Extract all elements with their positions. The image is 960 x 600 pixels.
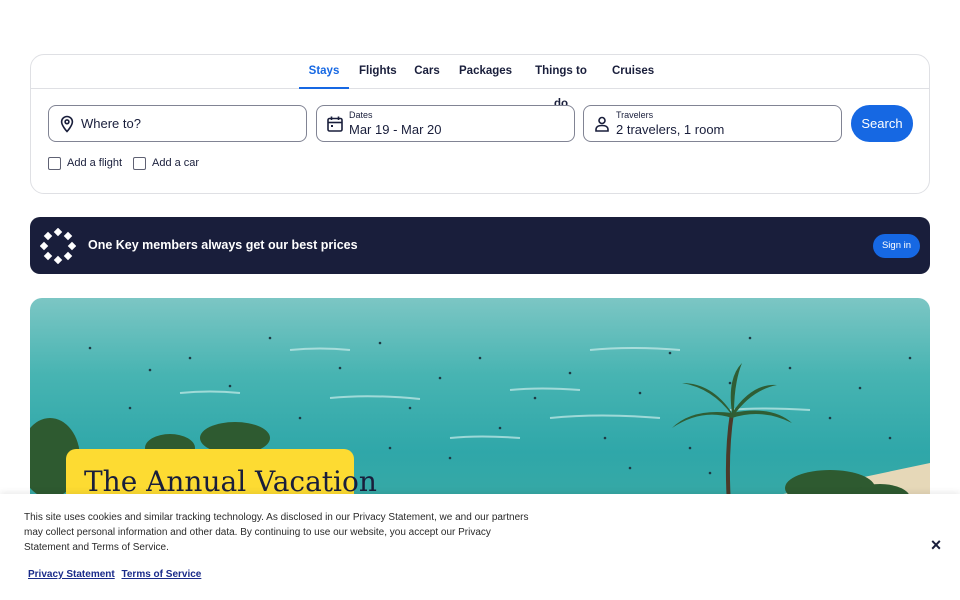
dates-label: Dates — [349, 110, 373, 120]
checkbox-box[interactable] — [133, 156, 146, 170]
add-flight-checkbox[interactable]: Add a flight — [48, 155, 122, 171]
dates-field[interactable]: Dates Mar 19 - Mar 20 — [316, 105, 575, 142]
add-flight-label: Add a flight — [67, 157, 123, 169]
search-button[interactable]: Search — [851, 105, 913, 142]
close-icon[interactable]: × — [926, 535, 946, 555]
location-pin-icon — [58, 115, 76, 133]
search-card: Stays Flights Cars Packages Things to do… — [30, 54, 930, 194]
travelers-field[interactable]: Travelers 2 travelers, 1 room — [583, 105, 842, 142]
tab-things-to-do[interactable]: Things to do — [528, 55, 594, 110]
add-car-label: Add a car — [152, 157, 200, 169]
destination-placeholder: Where to? — [81, 116, 141, 131]
calendar-icon — [326, 115, 344, 133]
destination-field[interactable]: Where to? — [48, 105, 307, 142]
travelers-value: 2 travelers, 1 room — [616, 122, 725, 137]
cookie-message: This site uses cookies and similar track… — [24, 512, 529, 553]
banner-message: One Key members always get our best pric… — [88, 238, 358, 252]
tab-packages[interactable]: Packages — [459, 55, 512, 89]
privacy-statement-link[interactable]: Privacy Statement — [28, 569, 115, 580]
hero-image: The Annual Vacation — [30, 298, 930, 518]
person-icon — [593, 115, 611, 133]
dates-value: Mar 19 - Mar 20 — [349, 122, 442, 137]
travelers-label: Travelers — [616, 110, 654, 120]
tab-cars[interactable]: Cars — [413, 55, 441, 89]
cookie-banner: This site uses cookies and similar track… — [0, 494, 960, 600]
add-car-checkbox[interactable]: Add a car — [133, 155, 199, 171]
one-key-logo-icon — [39, 227, 77, 265]
one-key-banner: One Key members always get our best pric… — [30, 217, 930, 274]
tab-cruises[interactable]: Cruises — [612, 55, 654, 89]
product-tabs: Stays Flights Cars Packages Things to do… — [31, 55, 929, 110]
tab-stays[interactable]: Stays — [299, 55, 349, 89]
terms-of-service-link[interactable]: Terms of Service — [122, 569, 202, 580]
checkbox-box[interactable] — [48, 156, 61, 170]
tab-flights[interactable]: Flights — [359, 55, 397, 89]
cookie-links: Privacy Statement Terms of Service — [28, 569, 205, 580]
sign-in-button[interactable]: Sign in — [873, 234, 920, 258]
